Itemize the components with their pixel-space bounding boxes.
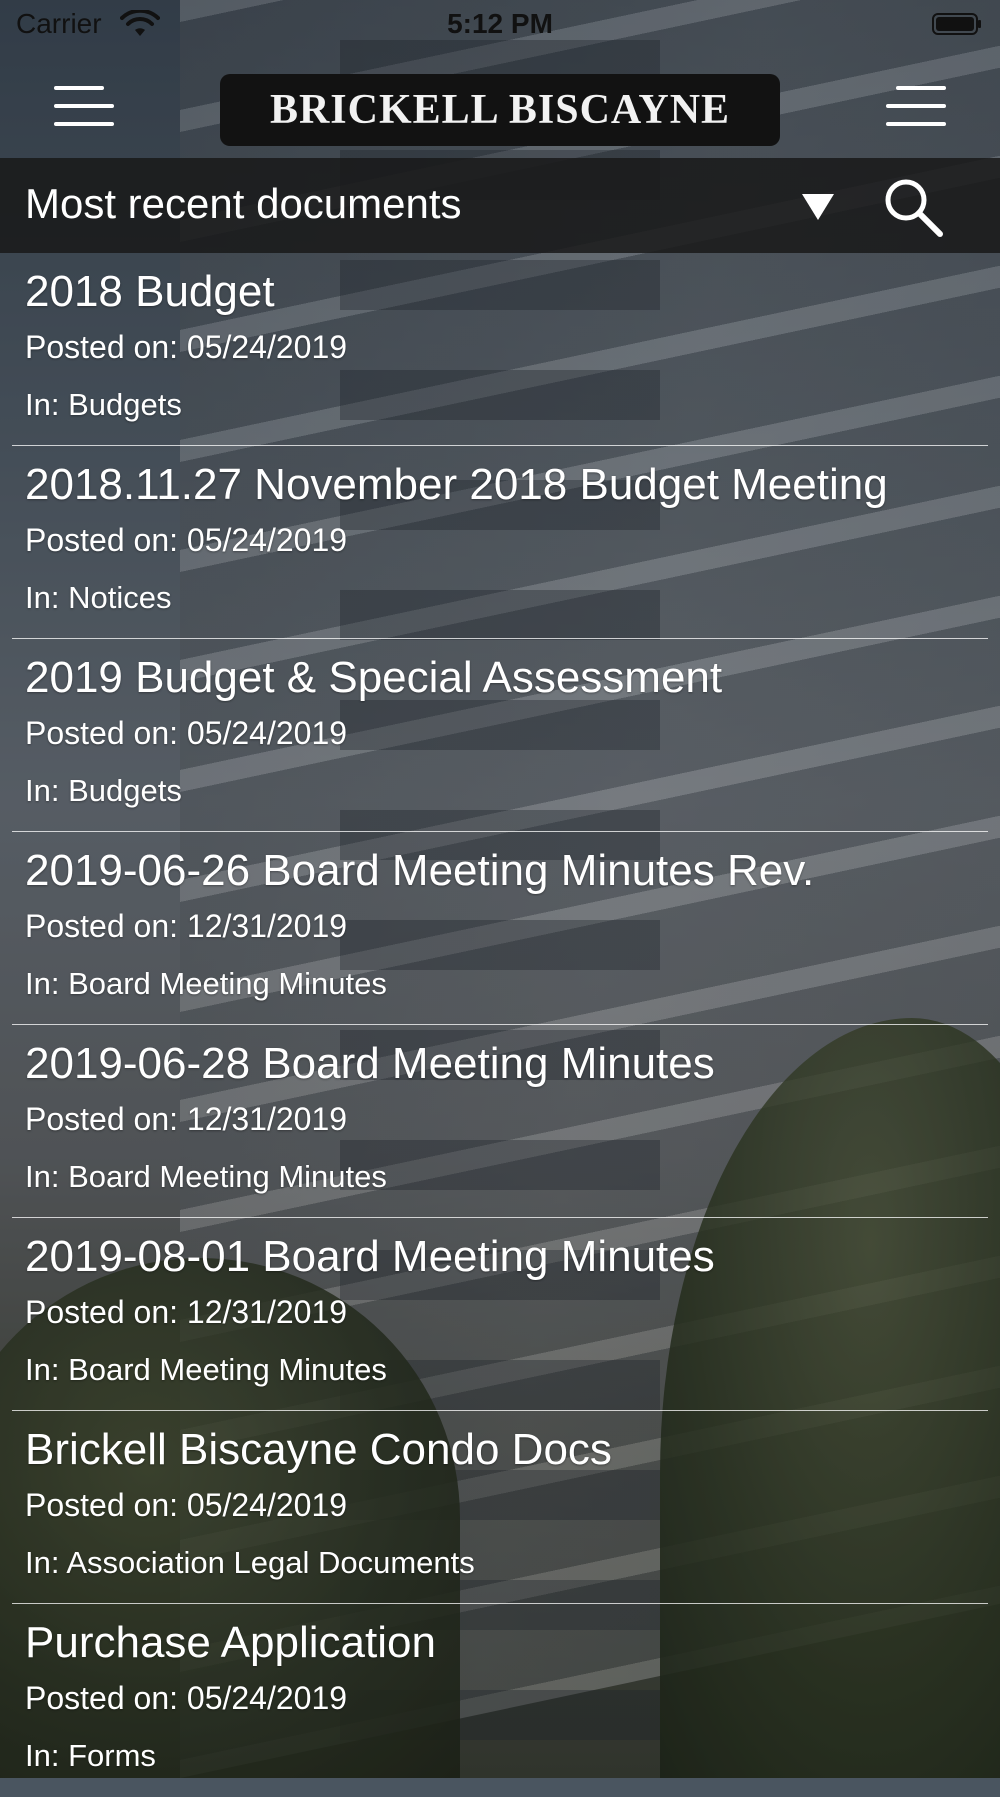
left-menu-button[interactable]	[54, 82, 114, 132]
document-title: 2019-06-28 Board Meeting Minutes	[25, 1039, 715, 1088]
document-list-item[interactable]: 2019-06-28 Board Meeting Minutes Posted …	[0, 1025, 1000, 1218]
document-list: 2018 Budget Posted on: 05/24/2019 In: Bu…	[0, 253, 1000, 1797]
document-list-item[interactable]: 2019-06-26 Board Meeting Minutes Rev. Po…	[0, 832, 1000, 1025]
document-category: In: Forms	[25, 1738, 156, 1773]
document-list-item[interactable]: 2018.11.27 November 2018 Budget Meeting …	[0, 446, 1000, 639]
status-time: 5:12 PM	[447, 8, 553, 39]
document-title: Brickell Biscayne Condo Docs	[25, 1425, 612, 1474]
document-list-item[interactable]: Brickell Biscayne Condo Docs Posted on: …	[0, 1411, 1000, 1604]
document-category: In: Budgets	[25, 773, 182, 808]
document-category: In: Board Meeting Minutes	[25, 966, 387, 1001]
logo-badge: BRICKELL BISCAYNE	[220, 74, 780, 146]
app-header: BRICKELL BISCAYNE	[0, 50, 1000, 158]
document-list-item[interactable]: 2018 Budget Posted on: 05/24/2019 In: Bu…	[0, 253, 1000, 446]
document-posted-date: Posted on: 05/24/2019	[25, 522, 348, 558]
document-list-item[interactable]: 2019 Budget & Special Assessment Posted …	[0, 639, 1000, 832]
app-screen: Carrier 5:12 PM BRICKELL BISCAYNE Most r…	[0, 0, 1000, 1778]
document-category: In: Notices	[25, 580, 172, 615]
document-posted-date: Posted on: 05/24/2019	[25, 1680, 348, 1716]
document-category: In: Board Meeting Minutes	[25, 1352, 387, 1387]
triangle-down-icon[interactable]	[800, 192, 836, 222]
battery-icon	[932, 13, 981, 35]
document-title: 2018 Budget	[25, 267, 275, 316]
document-posted-date: Posted on: 12/31/2019	[25, 908, 348, 944]
right-menu-button[interactable]	[886, 82, 946, 132]
document-title: 2019-06-26 Board Meeting Minutes Rev.	[25, 846, 815, 895]
document-posted-date: Posted on: 12/31/2019	[25, 1101, 348, 1137]
document-category: In: Board Meeting Minutes	[25, 1159, 387, 1194]
document-title: 2019 Budget & Special Assessment	[25, 653, 723, 702]
hamburger-menu-icon	[54, 86, 114, 126]
document-posted-date: Posted on: 05/24/2019	[25, 715, 348, 751]
document-list-item[interactable]: 2019-08-01 Board Meeting Minutes Posted …	[0, 1218, 1000, 1411]
document-list-item[interactable]: Purchase Application Posted on: 05/24/20…	[0, 1604, 1000, 1797]
document-posted-date: Posted on: 05/24/2019	[25, 1487, 348, 1523]
logo-text: BRICKELL BISCAYNE	[269, 87, 731, 133]
document-posted-date: Posted on: 12/31/2019	[25, 1294, 348, 1330]
hamburger-menu-icon	[886, 86, 946, 126]
document-title: 2018.11.27 November 2018 Budget Meeting	[25, 460, 888, 509]
document-category: In: Association Legal Documents	[25, 1545, 475, 1580]
search-icon[interactable]	[882, 176, 944, 238]
document-filter-bar: Most recent documents	[0, 158, 1000, 253]
document-title: 2019-08-01 Board Meeting Minutes	[25, 1232, 715, 1281]
document-category: In: Budgets	[25, 387, 182, 422]
document-posted-date: Posted on: 05/24/2019	[25, 329, 348, 365]
status-bar: Carrier 5:12 PM	[0, 0, 1000, 50]
document-title: Purchase Application	[25, 1618, 436, 1667]
filter-dropdown-label[interactable]: Most recent documents	[25, 180, 462, 228]
